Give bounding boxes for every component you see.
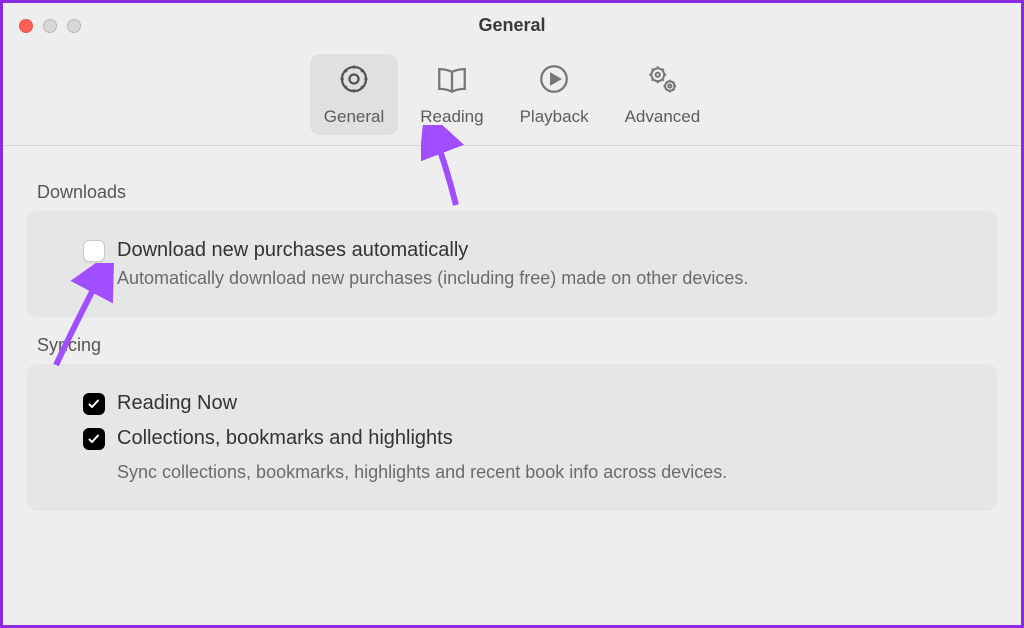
titlebar: General bbox=[3, 3, 1021, 48]
downloads-section-title: Downloads bbox=[37, 182, 997, 203]
zoom-button[interactable] bbox=[67, 19, 81, 33]
traffic-lights bbox=[19, 19, 81, 33]
reading-now-checkbox[interactable] bbox=[83, 393, 105, 415]
download-auto-checkbox[interactable] bbox=[83, 240, 105, 262]
download-auto-label: Download new purchases automatically bbox=[117, 239, 468, 262]
syncing-section-title: Syncing bbox=[37, 335, 997, 356]
tab-advanced[interactable]: Advanced bbox=[611, 54, 715, 135]
book-open-icon bbox=[435, 62, 469, 101]
close-button[interactable] bbox=[19, 19, 33, 33]
tab-playback[interactable]: Playback bbox=[506, 54, 603, 135]
tab-general[interactable]: General bbox=[310, 54, 398, 135]
download-auto-description: Automatically download new purchases (in… bbox=[117, 268, 959, 289]
collections-checkbox[interactable] bbox=[83, 428, 105, 450]
syncing-panel: Reading Now Collections, bookmarks and h… bbox=[27, 364, 997, 511]
reading-now-row: Reading Now bbox=[83, 392, 959, 415]
content-area: Downloads Download new purchases automat… bbox=[3, 146, 1021, 529]
tab-playback-label: Playback bbox=[520, 107, 589, 127]
preferences-window: General General Reading bbox=[0, 0, 1024, 628]
tab-reading-label: Reading bbox=[420, 107, 483, 127]
tab-reading[interactable]: Reading bbox=[406, 54, 497, 135]
window-title: General bbox=[3, 15, 1021, 36]
reading-now-label: Reading Now bbox=[117, 392, 237, 415]
gear-icon bbox=[337, 62, 371, 101]
collections-row: Collections, bookmarks and highlights bbox=[83, 427, 959, 450]
play-circle-icon bbox=[537, 62, 571, 101]
minimize-button[interactable] bbox=[43, 19, 57, 33]
tab-general-label: General bbox=[324, 107, 384, 127]
download-auto-row: Download new purchases automatically bbox=[83, 239, 959, 262]
tab-toolbar: General Reading Playback bbox=[3, 48, 1021, 146]
gears-icon bbox=[645, 62, 679, 101]
collections-label: Collections, bookmarks and highlights bbox=[117, 427, 453, 450]
tab-advanced-label: Advanced bbox=[625, 107, 701, 127]
downloads-panel: Download new purchases automatically Aut… bbox=[27, 211, 997, 317]
syncing-description: Sync collections, bookmarks, highlights … bbox=[117, 462, 959, 483]
